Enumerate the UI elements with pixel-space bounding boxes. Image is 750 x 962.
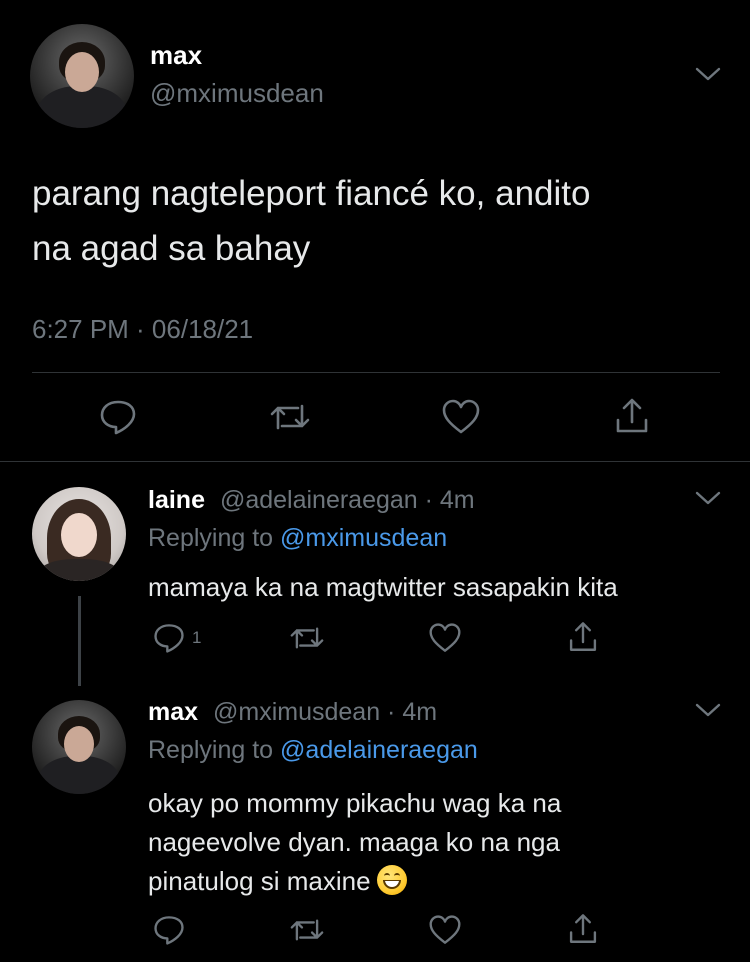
- author-name[interactable]: max: [150, 40, 202, 71]
- tweet-text: parang nagteleport fiancé ko, andito na …: [32, 166, 590, 276]
- author-handle[interactable]: @adelaineraegan · 4m: [220, 486, 475, 514]
- replying-label: Replying to: [148, 736, 274, 764]
- chevron-down-icon[interactable]: [694, 64, 722, 84]
- reply-text: mamaya ka na magtwitter sasapakin kita: [148, 572, 618, 602]
- heart-icon[interactable]: [428, 622, 462, 654]
- tweet-text-line: na agad sa bahay: [32, 229, 311, 268]
- reply-icon[interactable]: [98, 398, 138, 436]
- tweet-timestamp[interactable]: 6:27 PM · 06/18/21: [32, 314, 253, 345]
- author-handle[interactable]: @mximusdean: [150, 78, 324, 109]
- replying-to: Replying to @mximusdean: [148, 524, 447, 553]
- replying-to: Replying to @adelaineraegan: [148, 736, 478, 765]
- avatar[interactable]: [32, 487, 126, 581]
- replying-label: Replying to: [148, 524, 274, 552]
- share-icon[interactable]: [612, 396, 652, 436]
- retweet-icon[interactable]: [288, 914, 326, 946]
- thread-line: [78, 596, 81, 686]
- reply-icon[interactable]: [152, 622, 186, 654]
- reply-header: laine @adelaineraegan · 4m: [148, 486, 475, 515]
- avatar[interactable]: [30, 24, 134, 128]
- reply-count: 1: [192, 628, 202, 647]
- heart-icon[interactable]: [441, 398, 481, 436]
- heart-icon[interactable]: [428, 914, 462, 946]
- author-name[interactable]: max: [148, 698, 198, 726]
- reply-text-line: okay po mommy pikachu wag ka na: [148, 788, 562, 818]
- chevron-down-icon[interactable]: [694, 700, 722, 720]
- reply-header: max @mximusdean · 4m: [148, 698, 437, 727]
- avatar[interactable]: [32, 700, 126, 794]
- reply-text-line: pinatulog si maxine: [148, 862, 561, 901]
- tweet-text-line: parang nagteleport fiancé ko, andito: [32, 174, 591, 213]
- divider: [32, 372, 720, 373]
- reply-text-line: nageevolve dyan. maaga ko na nga: [148, 827, 560, 857]
- reply-text-segment: pinatulog si maxine: [148, 866, 371, 896]
- chevron-down-icon[interactable]: [694, 488, 722, 508]
- mention-link[interactable]: @adelaineraegan: [280, 736, 478, 764]
- divider: [0, 461, 750, 462]
- retweet-icon[interactable]: [268, 398, 312, 436]
- retweet-icon[interactable]: [288, 622, 326, 654]
- mention-link[interactable]: @mximusdean: [280, 524, 447, 552]
- share-icon[interactable]: [566, 620, 600, 654]
- grinning-face-emoji-icon: [376, 865, 407, 895]
- author-name[interactable]: laine: [148, 486, 205, 514]
- author-handle[interactable]: @mximusdean · 4m: [213, 698, 437, 726]
- reply-text: okay po mommy pikachu wag ka na nageevol…: [148, 784, 561, 901]
- reply-icon[interactable]: [152, 914, 186, 946]
- share-icon[interactable]: [566, 912, 600, 946]
